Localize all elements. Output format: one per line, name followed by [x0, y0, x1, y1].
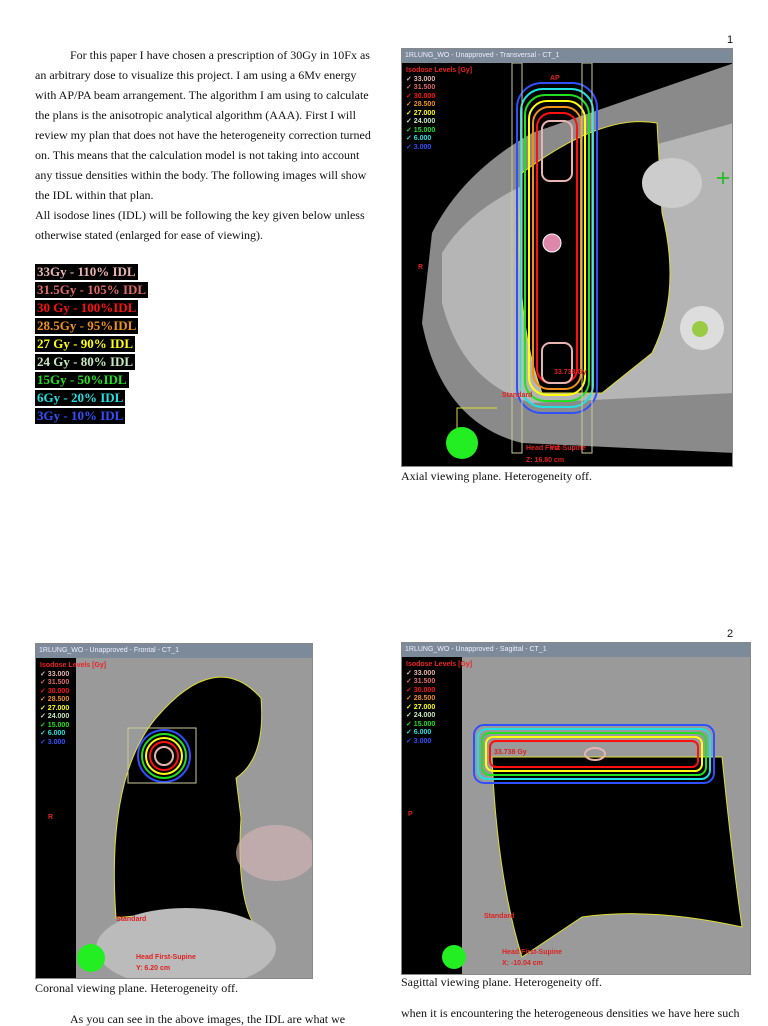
idl-key-item: 3Gy - 10% IDL	[35, 408, 126, 424]
viewer-title: 1RLUNG_WO - Unapproved - Frontal - CT_1	[36, 644, 312, 658]
isodose-level[interactable]: ✓ 28.500	[40, 696, 106, 705]
isodose-level[interactable]: ✓ 31.500	[40, 679, 106, 688]
idl-key-item: 30 Gy - 100%IDL	[35, 300, 139, 316]
isodose-level[interactable]: ✓ 27.000	[40, 705, 106, 714]
orientation-label: Head First-Supine	[502, 949, 562, 956]
isodose-level[interactable]: ✓ 6.000	[406, 729, 472, 738]
idl-key-item: 27 Gy - 90% IDL	[35, 336, 136, 352]
sagittal-ct-image: 1RLUNG_WO - Unapproved - Sagittal - CT_1…	[401, 642, 751, 975]
side-label: P	[408, 811, 413, 818]
isodose-level[interactable]: ✓ 6.000	[406, 135, 472, 144]
max-dose-label: 33.738 Gy	[554, 369, 587, 376]
isodose-level[interactable]: ✓ 27.000	[406, 110, 472, 119]
isodose-level[interactable]: ✓ 33.000	[406, 76, 472, 85]
slice-position: X: -10.04 cm	[502, 960, 543, 967]
isodose-level[interactable]: ✓ 30.000	[40, 688, 106, 697]
orientation-label: Head First-Supine	[526, 445, 586, 452]
isodose-legend: Isodose Levels [Gy] ✓ 33.000 ✓ 31.500 ✓ 30.…	[40, 662, 106, 747]
isodose-legend-title: Isodose Levels [Gy]	[40, 662, 107, 669]
isodose-level[interactable]: ✓ 33.000	[406, 670, 472, 679]
isodose-level[interactable]: ✓ 24.000	[406, 118, 472, 127]
page-number: 2	[727, 628, 734, 640]
caption: Sagittal viewing plane. Heterogeneity of…	[401, 975, 603, 989]
standard-label: Standard	[484, 913, 515, 920]
side-label: R	[48, 814, 54, 821]
isodose-level[interactable]: ✓ 15.000	[406, 721, 472, 730]
body-text-line: All isodose lines (IDL) will be followin…	[35, 208, 365, 222]
axial-ct-image: 1RLUNG_WO - Unapproved - Transversal - C…	[401, 48, 733, 467]
idl-key-item: 6Gy - 20% IDL	[35, 390, 126, 406]
standard-label: Standard	[116, 916, 147, 923]
isodose-legend: Isodose Levels [Gy] ✓ 33.000 ✓ 31.500 ✓ 30.…	[406, 661, 472, 746]
isodose-level[interactable]: ✓ 31.500	[406, 84, 472, 93]
body-text-line: on. This means that the calculation mode…	[35, 148, 360, 162]
idl-key-item: 24 Gy - 80% IDL	[35, 354, 136, 370]
isodose-level[interactable]: ✓ 27.000	[406, 704, 472, 713]
viewer-title: 1RLUNG_WO - Unapproved - Transversal - C…	[402, 49, 732, 63]
idl-key-item: 15Gy - 50%IDL	[35, 372, 129, 388]
isodose-legend-title: Isodose Levels [Gy]	[406, 661, 473, 668]
max-dose-label: 33.738 Gy	[494, 749, 527, 756]
isodose-legend: Isodose Levels [Gy] ✓ 33.000 ✓ 31.500 ✓ 30.…	[406, 67, 472, 152]
body-text-line: an arbitrary dose to visualize this proj…	[35, 68, 357, 82]
body-text-line: For this paper I have chosen a prescript…	[70, 48, 370, 62]
body-text-line: review my plan that does not have the he…	[35, 128, 371, 142]
body-text-line: with AP/PA beam arrangement. The algorit…	[35, 88, 369, 102]
body-text-line: otherwise stated (enlarged for ease of v…	[35, 228, 264, 242]
idl-key-item: 28.5Gy - 95%IDL	[35, 318, 139, 334]
viewer-title: 1RLUNG_WO - Unapproved - Sagittal - CT_1	[402, 643, 750, 657]
caption: Coronal viewing plane. Heterogeneity off…	[35, 981, 239, 995]
idl-key-item: 33Gy - 110% IDL	[35, 264, 138, 280]
side-label: R	[418, 264, 424, 271]
isodose-level[interactable]: ✓ 15.000	[406, 127, 472, 136]
slice-position: Y: 6.20 cm	[136, 965, 171, 972]
coronal-ct-image: 1RLUNG_WO - Unapproved - Frontal - CT_1 …	[35, 643, 313, 979]
isodose-level[interactable]: ✓ 30.000	[406, 93, 472, 102]
beam-label-ap: AP	[550, 75, 560, 82]
isodose-level[interactable]: ✓ 3.000	[406, 738, 472, 747]
isodose-level[interactable]: ✓ 3.000	[40, 739, 106, 748]
isodose-legend-title: Isodose Levels [Gy]	[406, 67, 473, 74]
isodose-level[interactable]: ✓ 15.000	[40, 722, 106, 731]
isodose-level[interactable]: ✓ 24.000	[406, 712, 472, 721]
isodose-level[interactable]: ✓ 6.000	[40, 730, 106, 739]
slice-position: Z: 16.80 cm	[526, 457, 565, 464]
isodose-level[interactable]: ✓ 28.500	[406, 695, 472, 704]
standard-label: Standard	[502, 392, 533, 399]
isodose-level[interactable]: ✓ 30.000	[406, 687, 472, 696]
caption: Axial viewing plane. Heterogeneity off.	[401, 469, 593, 483]
orientation-label: Head First-Supine	[136, 954, 196, 961]
body-text-line: the plans is the anisotropic analytical …	[35, 108, 356, 122]
isodose-level[interactable]: ✓ 31.500	[406, 678, 472, 687]
idl-key-item: 31.5Gy - 105% IDL	[35, 282, 149, 298]
isodose-level[interactable]: ✓ 24.000	[40, 713, 106, 722]
page-number: 1	[727, 34, 734, 46]
body-text-line: any tissue densities within the body. Th…	[35, 168, 367, 182]
body-text-line: when it is encountering the heterogeneou…	[401, 1006, 740, 1020]
isodose-level[interactable]: ✓ 33.000	[40, 671, 106, 680]
body-text-line: the IDL within that plan.	[35, 188, 154, 202]
isodose-level[interactable]: ✓ 3.000	[406, 144, 472, 153]
isodose-level[interactable]: ✓ 28.500	[406, 101, 472, 110]
